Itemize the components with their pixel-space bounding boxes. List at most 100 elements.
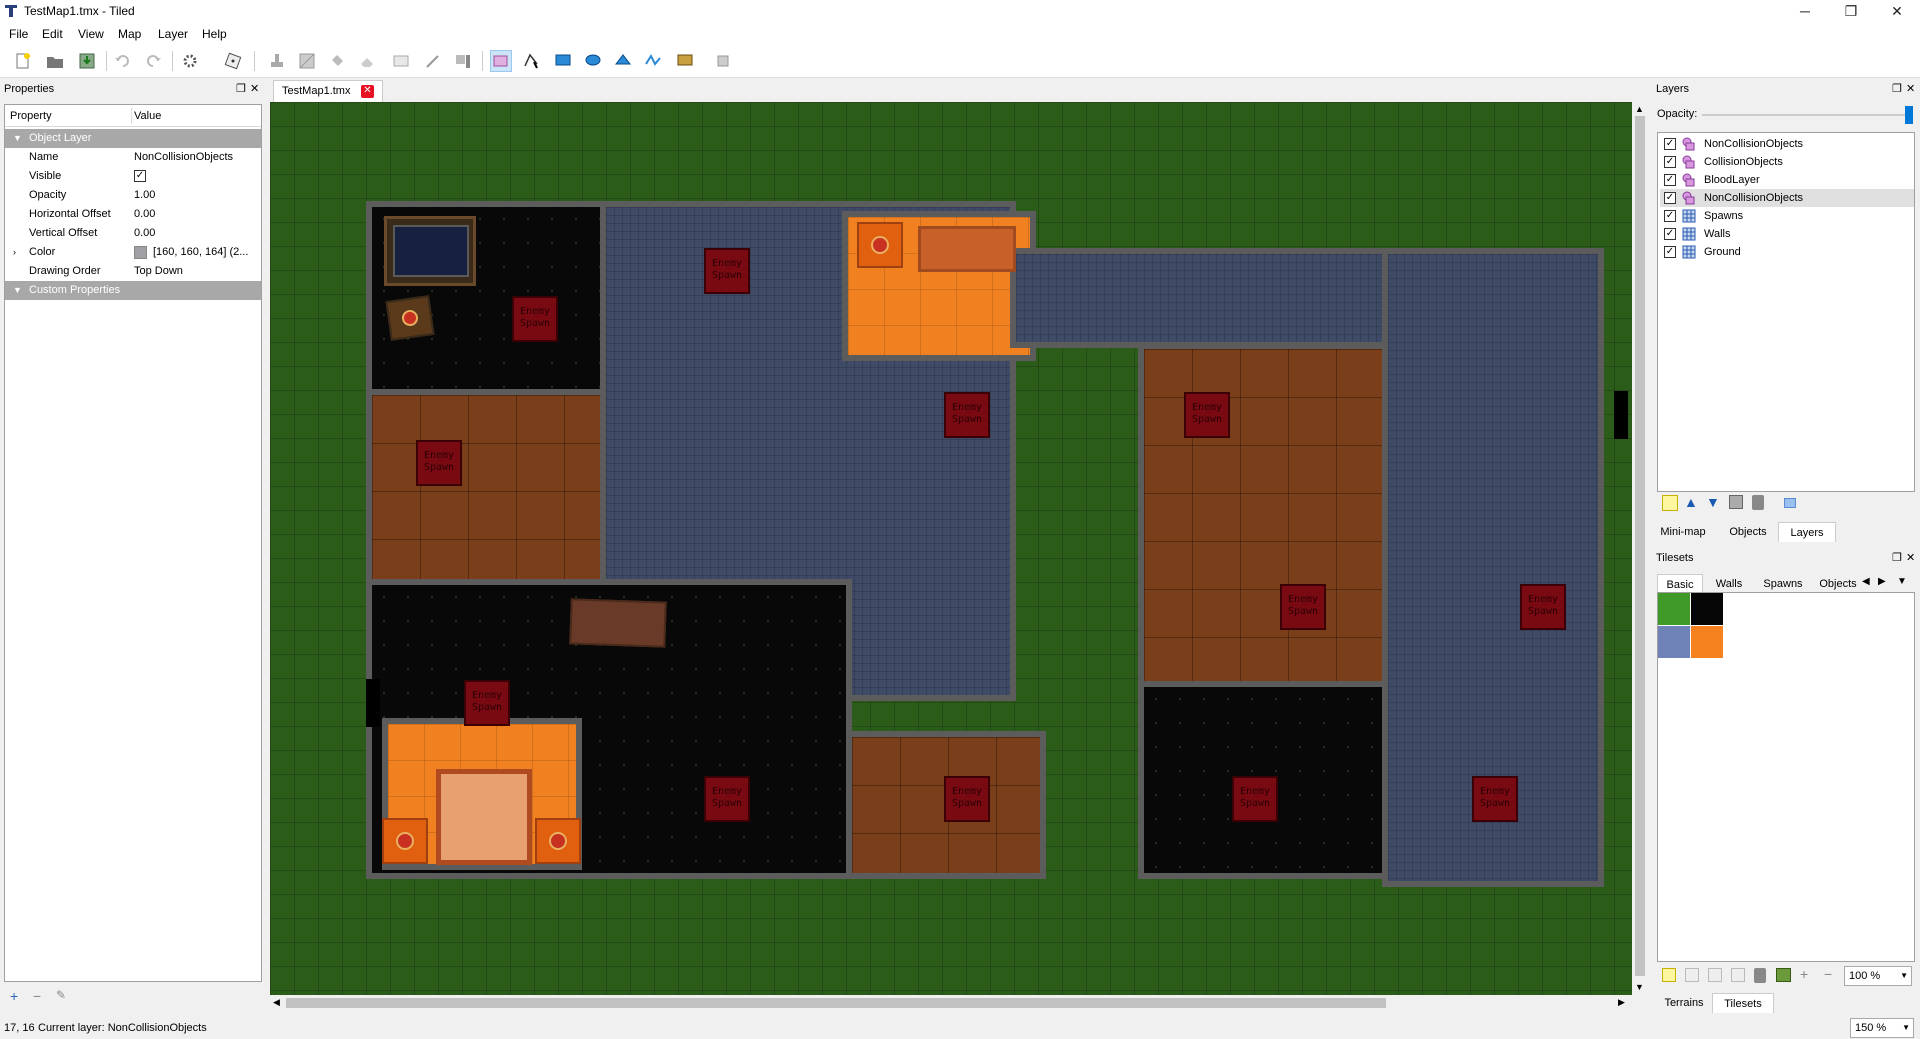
prop-row-vertical-offset[interactable]: Vertical Offset 0.00 [5,224,261,243]
tab-tilesets[interactable]: Tilesets [1712,993,1774,1013]
tileset-zoom-select[interactable]: 100 % ▼ [1844,966,1912,986]
raise-layer-icon[interactable]: ▲ [1684,494,1698,510]
random-mode-icon[interactable] [222,50,244,72]
layer-item-ground[interactable]: ✓ Ground [1660,243,1914,261]
menu-view[interactable]: View [78,27,104,41]
magic-wand-icon[interactable] [422,50,444,72]
toggle-layer-icon[interactable] [1784,498,1796,508]
layer-item-bloodlayer[interactable]: ✓ BloodLayer [1660,171,1914,189]
scroll-right-icon[interactable]: ▶ [1618,997,1625,1008]
minimize-button[interactable]: ─ [1782,0,1828,24]
enemy-spawn-marker[interactable]: Enemy Spawn [944,776,990,822]
float-panel-icon[interactable]: ❐ [1892,80,1902,98]
bucket-fill-icon[interactable] [326,50,348,72]
stool-object[interactable] [535,818,581,864]
menu-layer[interactable]: Layer [158,27,188,41]
layer-item-collisionobjects[interactable]: ✓ CollisionObjects [1660,153,1914,171]
enemy-spawn-marker[interactable]: Enemy Spawn [1280,584,1326,630]
insert-ellipse-icon[interactable] [582,50,604,72]
prop-row-visible[interactable]: Visible ✓ [5,167,261,186]
prop-row-drawing-order[interactable]: Drawing Order Top Down [5,262,261,281]
desk-object[interactable] [569,598,667,648]
tile[interactable] [1691,593,1723,625]
map-zoom-select[interactable]: 150 % ▼ [1850,1018,1914,1038]
close-window-button[interactable]: ✕ [1874,0,1920,24]
visibility-checkbox[interactable]: ✓ [1664,228,1676,240]
menu-edit[interactable]: Edit [42,27,63,41]
tileset-tab-spawns[interactable]: Spawns [1756,574,1810,594]
round-table-object[interactable] [857,222,903,268]
visibility-checkbox[interactable]: ✓ [1664,138,1676,150]
horizontal-scroll-thumb[interactable] [286,998,1386,1008]
map-canvas[interactable]: Enemy Spawn Enemy Spawn Enemy Spawn Enem… [270,102,1632,995]
stool-object[interactable] [382,818,428,864]
enemy-spawn-marker[interactable]: Enemy Spawn [1472,776,1518,822]
add-tiles-icon[interactable]: + [1800,966,1808,982]
select-same-tile-icon[interactable] [452,50,474,72]
rectangular-select-icon[interactable] [390,50,412,72]
edit-polygons-icon[interactable] [520,50,542,72]
visibility-checkbox[interactable]: ✓ [1664,174,1676,186]
close-tab-icon[interactable]: ✕ [361,85,374,98]
menu-map[interactable]: Map [118,27,141,41]
tab-terrains[interactable]: Terrains [1657,993,1711,1013]
command-icon[interactable] [180,50,202,72]
carpet-object[interactable] [436,769,532,865]
redo-icon[interactable] [142,50,164,72]
color-swatch[interactable] [134,246,147,259]
menu-file[interactable]: File [9,27,28,41]
edit-tileset-icon[interactable] [1731,968,1745,982]
enemy-spawn-marker[interactable]: Enemy Spawn [416,440,462,486]
delete-tileset-icon[interactable] [1754,968,1766,983]
terrain-brush-icon[interactable] [296,50,318,72]
tile[interactable] [1658,593,1690,625]
close-panel-icon[interactable]: ✕ [1906,549,1915,567]
remove-property-icon[interactable]: − [33,988,41,1004]
select-objects-icon[interactable] [490,50,512,72]
insert-polyline-icon[interactable] [642,50,664,72]
new-layer-icon[interactable] [1662,495,1678,511]
tile[interactable] [1691,626,1723,658]
enemy-spawn-marker[interactable]: Enemy Spawn [512,296,558,342]
delete-layer-icon[interactable] [1752,495,1764,510]
insert-template-icon[interactable] [712,50,734,72]
float-panel-icon[interactable]: ❐ [1892,549,1902,567]
add-property-icon[interactable]: + [10,988,18,1004]
prop-row-name[interactable]: Name NonCollisionObjects [5,148,261,167]
opacity-slider[interactable] [1702,114,1910,116]
embed-tileset-icon[interactable] [1685,968,1699,982]
save-icon[interactable] [76,50,98,72]
duplicate-layer-icon[interactable] [1729,495,1743,509]
new-map-icon[interactable] [12,50,34,72]
undo-icon[interactable] [112,50,134,72]
tile[interactable] [1658,626,1690,658]
remove-tiles-icon[interactable]: − [1824,966,1832,982]
layer-item-spawns[interactable]: ✓ Spawns [1660,207,1914,225]
scroll-down-icon[interactable]: ▼ [1635,982,1644,992]
layer-item-noncollisionobjects[interactable]: ✓ NonCollisionObjects [1660,135,1914,153]
tileset-view[interactable] [1657,592,1915,962]
maximize-button[interactable]: ❐ [1828,0,1874,24]
opacity-slider-handle[interactable] [1905,106,1913,124]
table-object[interactable] [385,295,435,341]
vertical-scrollbar[interactable]: ▲ ▼ [1632,102,1648,995]
enemy-spawn-marker[interactable]: Enemy Spawn [1520,584,1566,630]
enemy-spawn-marker[interactable]: Enemy Spawn [1232,776,1278,822]
section-custom-properties[interactable]: ▼ Custom Properties [5,281,261,300]
close-panel-icon[interactable]: ✕ [1906,80,1915,98]
close-panel-icon[interactable]: ✕ [250,80,259,98]
rename-property-icon[interactable]: ✎ [56,988,66,1002]
tab-list-dropdown-icon[interactable]: ▼ [1897,576,1907,587]
enemy-spawn-marker[interactable]: Enemy Spawn [944,392,990,438]
prop-row-horizontal-offset[interactable]: Horizontal Offset 0.00 [5,205,261,224]
prop-row-opacity[interactable]: Opacity 1.00 [5,186,261,205]
new-tileset-icon[interactable] [1662,968,1676,982]
visibility-checkbox[interactable]: ✓ [1664,210,1676,222]
vertical-scroll-thumb[interactable] [1635,116,1645,976]
lower-layer-icon[interactable]: ▼ [1706,494,1720,510]
bed-object[interactable] [384,216,476,286]
scroll-left-icon[interactable]: ◀ [273,997,280,1008]
tab-objects[interactable]: Objects [1718,522,1778,542]
enemy-spawn-marker[interactable]: Enemy Spawn [1184,392,1230,438]
stamp-brush-icon[interactable] [266,50,288,72]
